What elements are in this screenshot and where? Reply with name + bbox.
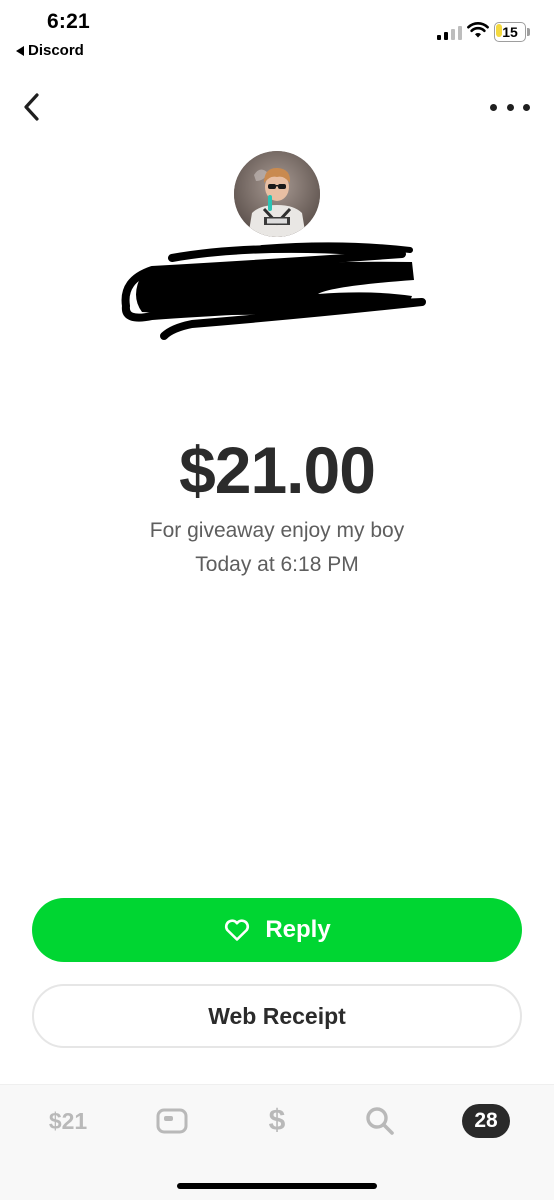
back-to-app-link[interactable]: Discord [16, 42, 84, 59]
battery-icon: 15 [494, 22, 530, 42]
tab-pay[interactable]: $ [260, 1103, 294, 1139]
avatar-image [234, 151, 320, 237]
more-horizontal-icon [490, 103, 497, 111]
web-receipt-button[interactable]: Web Receipt [32, 984, 522, 1048]
search-icon [366, 1107, 394, 1135]
home-indicator[interactable] [177, 1183, 377, 1189]
back-button[interactable] [14, 88, 50, 126]
tab-activity-badge[interactable]: 28 [462, 1104, 510, 1138]
status-time: 6:21 [47, 10, 90, 33]
card-icon [156, 1108, 188, 1134]
reply-label: Reply [265, 916, 331, 943]
payment-timestamp: Today at 6:18 PM [195, 553, 359, 576]
more-options-button[interactable] [490, 94, 530, 120]
reply-button[interactable]: Reply [32, 898, 522, 962]
chevron-left-icon [24, 93, 39, 121]
back-triangle-icon [16, 45, 24, 56]
payment-amount: $21.00 [179, 433, 376, 507]
battery-level: 15 [502, 24, 518, 40]
wifi-icon [467, 22, 489, 38]
tab-search[interactable] [362, 1103, 398, 1139]
tab-card[interactable] [154, 1103, 190, 1139]
payment-note: For giveaway enjoy my boy [149, 519, 405, 542]
back-to-app-label: Discord [28, 42, 84, 59]
redacted-name-scribble [121, 242, 426, 340]
heart-icon [225, 919, 250, 941]
web-receipt-label: Web Receipt [208, 1002, 346, 1029]
sender-avatar[interactable] [234, 151, 320, 237]
cellular-signal-icon [437, 24, 462, 40]
status-bar: 6:21 Discord 15 [0, 0, 554, 66]
tab-balance[interactable]: $21 [40, 1103, 96, 1139]
